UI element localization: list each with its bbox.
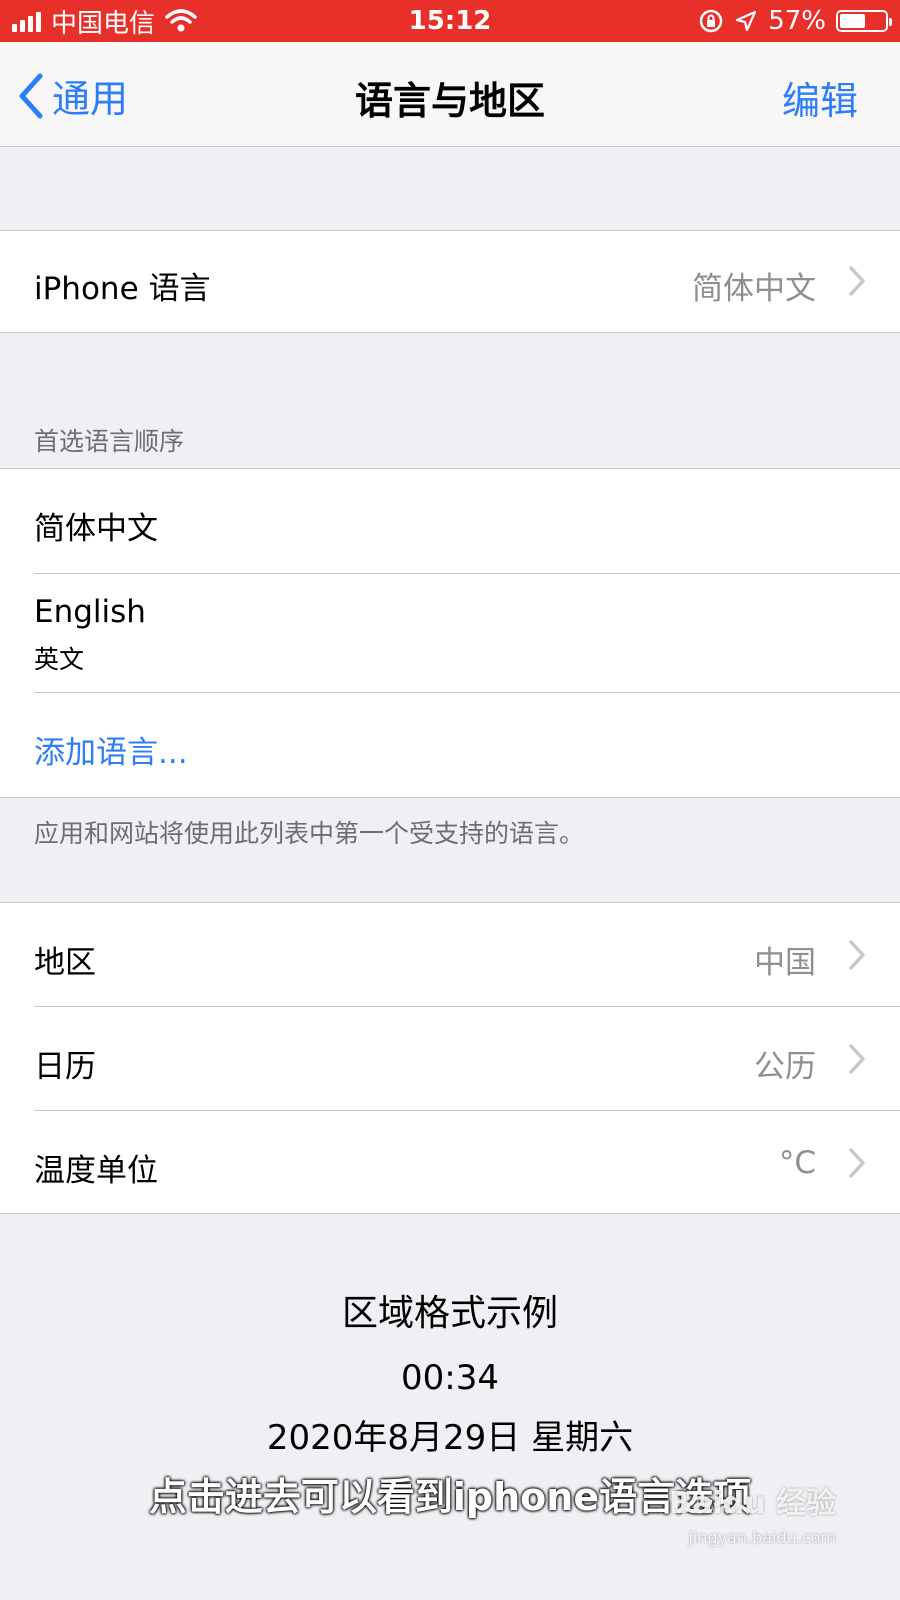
- chevron-right-icon: [849, 1148, 865, 1178]
- chevron-right-icon: [849, 1044, 865, 1074]
- battery-percent: 57%: [768, 6, 826, 36]
- battery-level-fill: [840, 14, 866, 28]
- temperature-unit-row[interactable]: 温度单位 °C: [0, 1111, 900, 1214]
- location-arrow-icon: [736, 10, 757, 32]
- format-example-title: 区域格式示例: [341, 1293, 558, 1334]
- language-row-english[interactable]: English 英文: [0, 574, 900, 692]
- add-language-button[interactable]: 添加语言...: [34, 727, 188, 772]
- region-label: 地区: [34, 945, 96, 981]
- status-left: 中国电信: [12, 3, 197, 40]
- temperature-unit-value: °C: [778, 1145, 816, 1181]
- chevron-right-icon: [849, 940, 865, 970]
- preferred-languages-group: 简体中文 English 英文 添加语言...: [0, 468, 900, 798]
- calendar-row[interactable]: 日历 公历: [0, 1007, 900, 1110]
- region-row[interactable]: 地区 中国: [0, 903, 900, 1006]
- language-subtitle: 英文: [34, 645, 85, 674]
- preferred-languages-header: 首选语言顺序: [34, 427, 185, 456]
- status-bar: 中国电信 15:12 57%: [0, 0, 900, 42]
- navigation-bar: 通用 语言与地区 编辑: [0, 42, 900, 147]
- iphone-language-value: 简体中文: [692, 271, 816, 307]
- status-right: 57%: [698, 6, 892, 36]
- format-example-date: 2020年8月29日 星期六: [266, 1418, 634, 1458]
- battery-icon: [836, 10, 892, 32]
- region-value: 中国: [754, 945, 816, 981]
- cellular-signal-icon: [12, 10, 41, 32]
- orientation-lock-icon: [699, 9, 723, 33]
- page-title: 语言与地区: [354, 79, 545, 123]
- language-row-chinese[interactable]: 简体中文: [0, 469, 900, 573]
- chevron-right-icon: [849, 266, 865, 296]
- language-name: 简体中文: [34, 511, 158, 547]
- calendar-value: 公历: [754, 1049, 816, 1085]
- temperature-unit-label: 温度单位: [34, 1153, 158, 1189]
- region-settings-group: 地区 中国 日历 公历 温度单位 °C: [0, 902, 900, 1214]
- edit-button[interactable]: 编辑: [782, 70, 858, 125]
- iphone-language-label: iPhone 语言: [34, 271, 211, 307]
- format-example-time: 00:34: [401, 1358, 499, 1398]
- watermark-url: jingyan.baidu.com: [688, 1528, 836, 1547]
- carrier-name: 中国电信: [51, 8, 156, 39]
- baidu-jingyan-logo: Baidu 经验: [669, 1486, 836, 1521]
- preferred-languages-footer: 应用和网站将使用此列表中第一个受支持的语言。: [34, 819, 585, 848]
- iphone-language-row[interactable]: iPhone 语言 简体中文: [0, 230, 900, 333]
- add-language-row[interactable]: 添加语言...: [0, 693, 900, 798]
- calendar-label: 日历: [34, 1049, 96, 1085]
- wifi-icon: [165, 9, 197, 32]
- language-name: English: [34, 594, 146, 630]
